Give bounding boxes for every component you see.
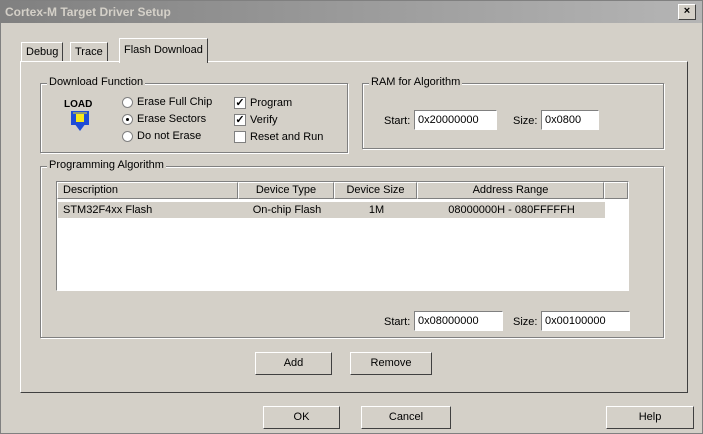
cell-address-range: 08000000H - 080FFFFFH (448, 204, 575, 216)
checkmark-icon[interactable]: ✓ (234, 97, 246, 109)
dialog-window: Cortex-M Target Driver Setup × Debug Tra… (0, 0, 703, 434)
algo-size-label: Size: (513, 316, 538, 328)
column-header-device-type[interactable]: Device Type (238, 182, 334, 199)
column-header-description[interactable]: Description (57, 182, 238, 199)
radio-erase-sectors[interactable]: Erase Sectors (122, 113, 206, 125)
cell-device-size: 1M (368, 204, 385, 216)
checkbox-reset-and-run[interactable]: Reset and Run (234, 131, 323, 143)
column-header-address-range[interactable]: Address Range (417, 182, 604, 199)
radio-do-not-erase[interactable]: Do not Erase (122, 130, 201, 142)
checkmark-icon[interactable]: ✓ (234, 114, 246, 126)
cell-description: STM32F4xx Flash (63, 204, 153, 216)
radio-label: Do not Erase (137, 130, 202, 142)
column-header-empty (604, 182, 628, 199)
window-title: Cortex-M Target Driver Setup (5, 5, 171, 19)
ok-button[interactable]: OK (263, 406, 340, 429)
remove-button[interactable]: Remove (350, 352, 432, 375)
radio-circle[interactable] (122, 130, 133, 142)
radio-label: Erase Sectors (137, 113, 207, 125)
checkbox-label: Reset and Run (250, 131, 324, 143)
tab-trace[interactable]: Trace (70, 42, 108, 61)
radio-circle-selected[interactable] (122, 113, 133, 125)
column-header-device-size[interactable]: Device Size (334, 182, 417, 199)
algo-start-input[interactable]: 0x08000000 (414, 311, 503, 331)
radio-label: Erase Full Chip (137, 96, 213, 108)
table-row[interactable]: STM32F4xx Flash On-chip Flash 1M 0800000… (58, 202, 605, 218)
ram-start-label: Start: (384, 115, 411, 127)
list-header: Description Device Type Device Size Addr… (57, 182, 628, 199)
tab-flash-download[interactable]: Flash Download (119, 38, 208, 63)
checkbox-empty[interactable] (234, 131, 246, 143)
tab-debug[interactable]: Debug (21, 42, 64, 61)
programming-algorithm-label: Programming Algorithm (47, 159, 166, 171)
checkbox-verify[interactable]: ✓ Verify (234, 114, 278, 126)
download-function-label: Download Function (47, 76, 146, 88)
close-button[interactable]: × (678, 4, 696, 20)
ram-for-algorithm-label: RAM for Algorithm (369, 76, 463, 88)
ram-size-label: Size: (513, 115, 538, 127)
load-icon-text: LOAD (64, 99, 92, 110)
checkbox-label: Verify (250, 114, 278, 126)
cell-device-type: On-chip Flash (252, 204, 322, 216)
ram-size-input[interactable]: 0x0800 (541, 110, 599, 130)
checkbox-program[interactable]: ✓ Program (234, 97, 292, 109)
algorithm-list[interactable]: Description Device Type Device Size Addr… (56, 181, 629, 291)
algo-size-input[interactable]: 0x00100000 (541, 311, 630, 331)
ram-start-input[interactable]: 0x20000000 (414, 110, 497, 130)
add-button[interactable]: Add (255, 352, 332, 375)
radio-erase-full-chip[interactable]: Erase Full Chip (122, 96, 212, 108)
load-icon: LOAD (63, 97, 101, 133)
title-bar[interactable]: Cortex-M Target Driver Setup × (1, 1, 702, 23)
help-button[interactable]: Help (606, 406, 694, 429)
checkbox-label: Program (250, 97, 293, 109)
cancel-button[interactable]: Cancel (361, 406, 451, 429)
radio-circle[interactable] (122, 96, 133, 108)
algo-start-label: Start: (384, 316, 411, 328)
